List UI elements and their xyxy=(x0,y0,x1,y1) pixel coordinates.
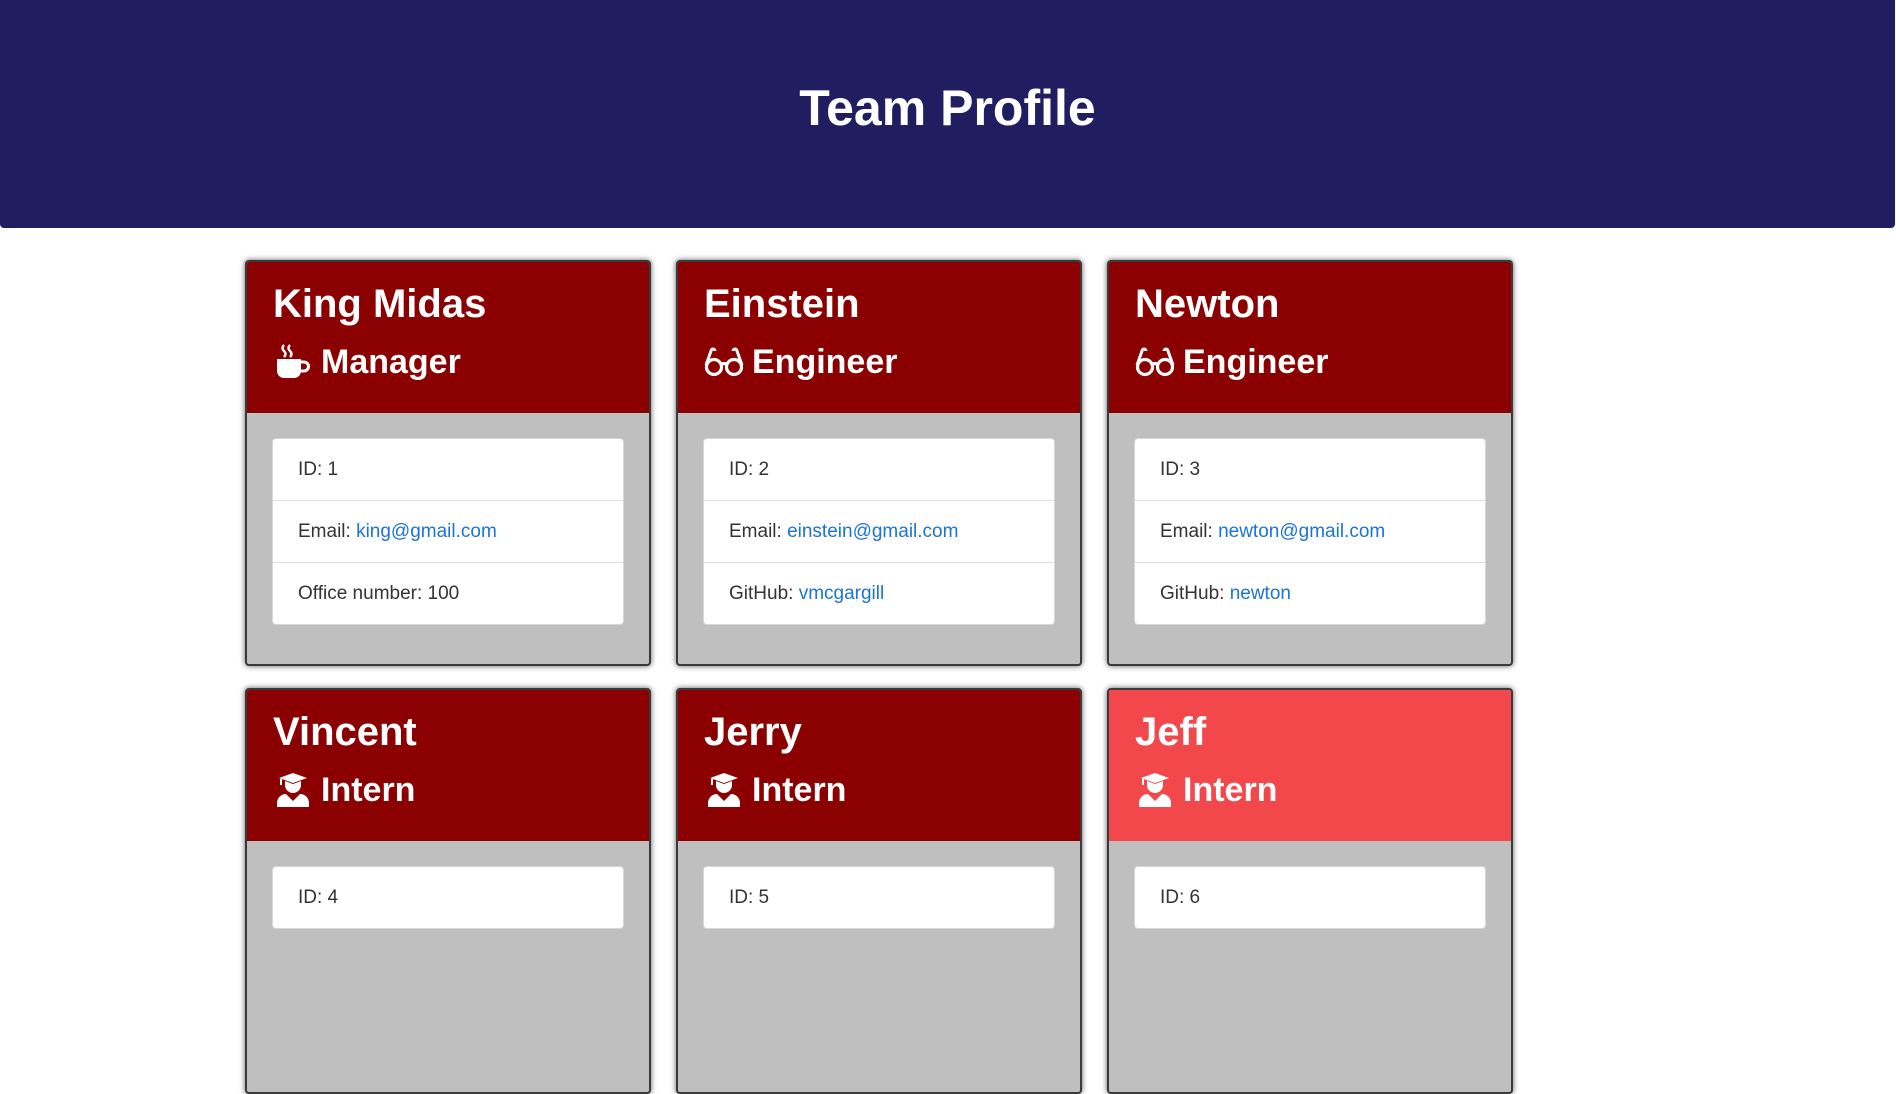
id-item: ID: 5 xyxy=(729,887,770,908)
team-grid: King Midas Manager ID: 1 Email: king@gma… xyxy=(245,260,1517,1094)
glasses-icon xyxy=(1135,344,1175,380)
id-item: ID: 1 xyxy=(273,439,623,501)
employee-card: Vincent Intern ID: 4 xyxy=(245,688,651,1094)
github-label: GitHub: xyxy=(1160,583,1230,604)
info-list: ID: 2 Email: einstein@gmail.com GitHub: … xyxy=(703,438,1055,625)
card-header: Einstein Engineer xyxy=(678,262,1080,413)
email-label: Email: xyxy=(1160,521,1219,542)
employee-card: King Midas Manager ID: 1 Email: king@gma… xyxy=(245,260,651,666)
github-link[interactable]: newton xyxy=(1230,583,1291,604)
employee-name: Vincent xyxy=(273,710,417,754)
glasses-icon xyxy=(704,344,744,380)
id-item: ID: 3 xyxy=(1135,439,1485,501)
github-item: GitHub: vmcgargill xyxy=(704,563,1054,624)
role-label: Intern xyxy=(752,771,847,809)
employee-role: Intern xyxy=(704,768,1054,812)
id-item: ID: 6 xyxy=(1160,887,1201,908)
graduate-icon xyxy=(273,772,313,808)
id-item: ID: 4 xyxy=(298,887,339,908)
email-link[interactable]: newton@gmail.com xyxy=(1218,521,1385,542)
office-number-item: Office number: 100 xyxy=(298,583,460,604)
card-header: Vincent Intern xyxy=(247,690,649,841)
role-label: Intern xyxy=(321,771,416,809)
employee-role: Engineer xyxy=(1135,340,1485,384)
graduate-icon xyxy=(704,772,744,808)
github-label: GitHub: xyxy=(729,583,799,604)
employee-role: Intern xyxy=(1135,768,1485,812)
employee-name: Jerry xyxy=(704,710,802,754)
info-list: ID: 6 xyxy=(1134,866,1486,929)
info-list: ID: 5 xyxy=(703,866,1055,929)
employee-card: Newton Engineer ID: 3 Email: newton@gmai… xyxy=(1107,260,1513,666)
employee-role: Manager xyxy=(273,340,623,384)
employee-name: King Midas xyxy=(273,282,487,326)
graduate-icon xyxy=(1135,772,1175,808)
employee-card: Jerry Intern ID: 5 xyxy=(676,688,1082,1094)
card-body: ID: 4 xyxy=(247,841,649,929)
card-body: ID: 1 Email: king@gmail.com Office numbe… xyxy=(247,413,649,625)
card-body: ID: 3 Email: newton@gmail.com GitHub: ne… xyxy=(1109,413,1511,625)
github-link[interactable]: vmcgargill xyxy=(799,583,885,604)
info-list: ID: 1 Email: king@gmail.com Office numbe… xyxy=(272,438,624,625)
page-title: Team Profile xyxy=(799,80,1096,136)
employee-name: Jeff xyxy=(1135,710,1207,754)
info-list: ID: 4 xyxy=(272,866,624,929)
card-header: Jeff Intern xyxy=(1109,690,1511,841)
email-item: Email: newton@gmail.com xyxy=(1135,501,1485,563)
card-header: King Midas Manager xyxy=(247,262,649,413)
card-body: ID: 5 xyxy=(678,841,1080,929)
employee-card-hovered[interactable]: Jeff Intern ID: 6 xyxy=(1107,688,1513,1094)
role-label: Engineer xyxy=(752,343,898,381)
email-label: Email: xyxy=(298,521,357,542)
email-item: Email: einstein@gmail.com xyxy=(704,501,1054,563)
email-link[interactable]: einstein@gmail.com xyxy=(787,521,958,542)
card-body: ID: 6 xyxy=(1109,841,1511,929)
header-banner: Team Profile xyxy=(0,0,1895,228)
employee-role: Engineer xyxy=(704,340,1054,384)
email-link[interactable]: king@gmail.com xyxy=(356,521,497,542)
employee-role: Intern xyxy=(273,768,623,812)
card-body: ID: 2 Email: einstein@gmail.com GitHub: … xyxy=(678,413,1080,625)
employee-card: Einstein Engineer ID: 2 Email: einstein@… xyxy=(676,260,1082,666)
card-header: Jerry Intern xyxy=(678,690,1080,841)
coffee-icon xyxy=(273,344,313,380)
employee-name: Newton xyxy=(1135,282,1280,326)
role-label: Intern xyxy=(1183,771,1278,809)
role-label: Manager xyxy=(321,343,461,381)
employee-name: Einstein xyxy=(704,282,860,326)
github-item: GitHub: newton xyxy=(1135,563,1485,624)
email-label: Email: xyxy=(729,521,788,542)
id-item: ID: 2 xyxy=(704,439,1054,501)
email-item: Email: king@gmail.com xyxy=(273,501,623,563)
card-header: Newton Engineer xyxy=(1109,262,1511,413)
role-label: Engineer xyxy=(1183,343,1329,381)
info-list: ID: 3 Email: newton@gmail.com GitHub: ne… xyxy=(1134,438,1486,625)
